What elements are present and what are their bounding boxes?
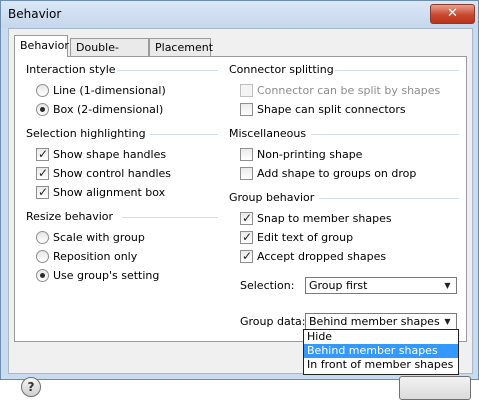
group-data-value: Behind member shapes: [309, 315, 440, 328]
section-divider: [311, 134, 459, 135]
checkbox-label: Show alignment box: [53, 186, 166, 199]
radio-label: Use group's setting: [53, 269, 160, 282]
checkbox-label: Show shape handles: [53, 148, 167, 161]
dropdown-option-hide[interactable]: Hide: [304, 330, 458, 344]
interaction-style-heading: Interaction style: [26, 63, 116, 76]
chevron-down-icon[interactable]: ▼: [441, 280, 454, 291]
behavior-panel: Interaction style Line (1-dimensional) B…: [14, 56, 467, 342]
checkbox-label: Add shape to groups on drop: [257, 167, 417, 180]
close-icon: ✕: [447, 6, 458, 21]
selection-label: Selection:: [240, 279, 295, 292]
radio-button[interactable]: [36, 269, 49, 282]
selection-value: Group first: [309, 279, 368, 292]
check-icon: ✓: [38, 185, 49, 199]
checkbox[interactable]: ✓: [240, 211, 253, 225]
connector-splitting-heading: Connector splitting: [229, 63, 334, 76]
radio-label: Line (1-dimensional): [53, 84, 166, 97]
section-divider: [335, 70, 459, 71]
dropdown-option-in-front[interactable]: In front of member shapes: [304, 358, 458, 372]
miscellaneous-heading: Miscellaneous: [229, 127, 307, 140]
radio-button[interactable]: [36, 250, 49, 263]
section-divider: [118, 70, 218, 71]
radio-label: Scale with group: [53, 231, 145, 244]
behavior-dialog: Behavior ✕ Behavior Double-Click Placeme…: [0, 0, 479, 400]
checkbox[interactable]: ✓: [36, 185, 49, 199]
section-divider: [319, 198, 459, 199]
checkbox-label: Connector can be split by shapes: [257, 84, 441, 97]
checkbox[interactable]: ✓: [240, 230, 253, 244]
checkbox[interactable]: ✓: [36, 166, 49, 180]
checkbox: [240, 84, 253, 97]
tab-label: Placement: [155, 41, 214, 54]
checkbox-label: Accept dropped shapes: [257, 250, 387, 263]
selection-dropdown[interactable]: Group first ▼: [305, 277, 457, 294]
checkbox[interactable]: ✓: [240, 249, 253, 263]
group-data-options-list: Hide Behind member shapes In front of me…: [303, 329, 459, 375]
resize-behavior-heading: Resize behavior: [26, 210, 114, 223]
tab-placement[interactable]: Placement: [149, 38, 214, 56]
group-data-dropdown[interactable]: Behind member shapes ▼: [305, 313, 457, 330]
title-bar: Behavior ✕: [1, 1, 478, 28]
checkbox-label: Edit text of group: [257, 231, 354, 244]
radio-button[interactable]: [36, 103, 49, 116]
check-icon: ✓: [242, 249, 253, 263]
checkbox-label: Snap to member shapes: [257, 212, 392, 225]
chevron-down-icon[interactable]: ▼: [441, 316, 454, 327]
selection-highlighting-heading: Selection highlighting: [26, 127, 146, 140]
group-behavior-heading: Group behavior: [229, 191, 315, 204]
checkbox-label: Non-printing shape: [257, 148, 363, 161]
tab-label: Behavior: [20, 39, 69, 52]
section-divider: [150, 134, 218, 135]
radio-label: Box (2-dimensional): [53, 103, 164, 116]
radio-button[interactable]: [36, 84, 49, 97]
checkbox[interactable]: [240, 103, 253, 116]
check-icon: ✓: [242, 230, 253, 244]
radio-button[interactable]: [36, 231, 49, 244]
checkbox-label: Shape can split connectors: [257, 103, 406, 116]
checkbox-label: Show control handles: [53, 167, 172, 180]
radio-label: Reposition only: [53, 250, 138, 263]
dialog-title: Behavior: [8, 7, 62, 21]
checkbox[interactable]: [240, 167, 253, 180]
checkbox[interactable]: ✓: [36, 147, 49, 161]
help-icon: ?: [27, 380, 35, 394]
help-button[interactable]: ?: [21, 377, 41, 397]
checkbox[interactable]: [240, 148, 253, 161]
check-icon: ✓: [38, 166, 49, 180]
dropdown-option-behind[interactable]: Behind member shapes: [304, 344, 458, 358]
check-icon: ✓: [38, 147, 49, 161]
section-divider: [122, 217, 218, 218]
tab-behavior[interactable]: Behavior: [14, 35, 69, 57]
radio-selected-dot: [40, 107, 45, 112]
tab-double-click[interactable]: Double-Click: [70, 38, 149, 72]
dialog-body: Behavior Double-Click Placement Interact…: [8, 28, 473, 400]
check-icon: ✓: [242, 211, 253, 225]
close-button[interactable]: ✕: [430, 4, 475, 24]
group-data-label: Group data:: [240, 315, 306, 328]
radio-selected-dot: [40, 273, 45, 278]
